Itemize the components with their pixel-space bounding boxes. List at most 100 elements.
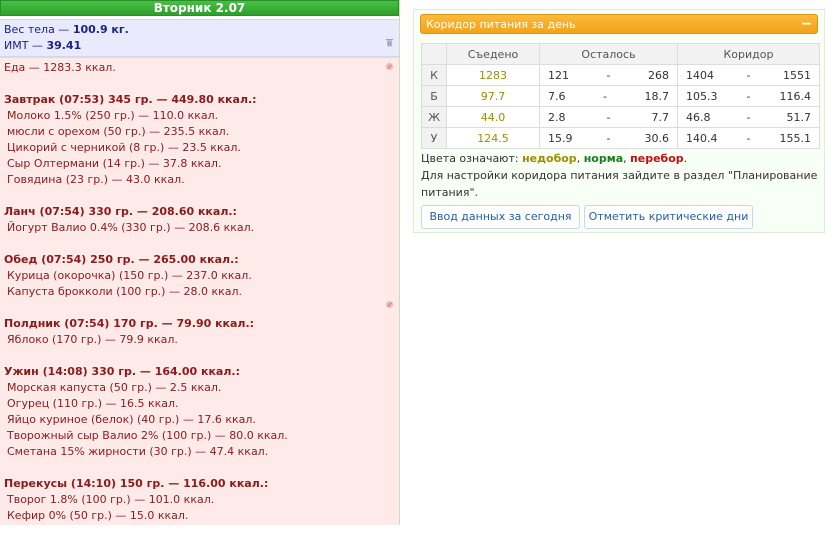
dash: - (746, 110, 751, 124)
meal-item: Цикорий с черникой (8 гр.) — 23.5 ккал. (7, 141, 241, 154)
meal-title[interactable]: Завтрак (07:53) 345 гр. — 449.80 ккал.: (4, 92, 395, 108)
meal-item: Йогурт Валио 0.4% (330 гр.) — 208.6 ккал… (7, 221, 255, 234)
bmi-value: 39.41 (46, 39, 82, 52)
left-range: 121 - 268 (539, 64, 678, 86)
eaten-value: 97.7 (446, 85, 540, 107)
legend-over: перебор (630, 152, 684, 165)
edit-icon[interactable] (385, 300, 394, 309)
left-max: 7.7 (651, 110, 669, 124)
meal-snacks: Перекусы (14:10) 150 гр. — 116.00 ккал.:… (4, 476, 395, 524)
left-range: 7.6 - 18.7 (539, 85, 678, 107)
enter-today-button[interactable]: Ввод данных за сегодня (421, 205, 580, 229)
meal-item: мюсли с орехом (50 гр.) — 235.5 ккал. (7, 125, 230, 138)
trash-icon[interactable] (385, 38, 394, 47)
settings-note: Для настройки коридора питания зайдите в… (421, 169, 818, 199)
left-max: 268 (647, 68, 669, 82)
dash: - (746, 68, 751, 82)
corridor-range: 46.8 - 51.7 (677, 106, 820, 128)
bmi-line: ИМТ — 39.41 (4, 38, 395, 54)
legend-under: недобор (522, 152, 577, 165)
corridor-max: 1551 (782, 68, 811, 82)
meal-item: Огурец (110 гр.) — 16.5 ккал. (7, 397, 179, 410)
meal-breakfast: Завтрак (07:53) 345 гр. — 449.80 ккал.: … (4, 92, 395, 188)
collapse-icon[interactable]: − (800, 17, 813, 31)
meal-item: Творожный сыр Валио 2% (100 гр.) — 80.0 … (7, 429, 288, 442)
meal-item: Творог 1.8% (100 гр.) — 101.0 ккал. (7, 493, 215, 506)
table-row: Б 97.7 7.6 - 18.7 105.3 - 116.4 (421, 85, 820, 107)
legend-prefix: Цвета означают: (421, 152, 523, 165)
corridor-widget: Коридор питания за день − Съедено Остало… (413, 9, 825, 233)
meal-title[interactable]: Ланч (07:54) 330 гр. — 208.60 ккал.: (4, 204, 395, 220)
left-min: 2.8 (548, 110, 566, 124)
legend-line: Цвета означают: недобор, норма, перебор. (421, 150, 821, 167)
dash: - (606, 131, 611, 145)
corridor-range: 140.4 - 155.1 (677, 127, 820, 149)
meal-item: Морская капуста (50 гр.) — 2.5 ккал. (7, 381, 222, 394)
meal-item: Яблоко (170 гр.) — 79.9 ккал. (7, 333, 178, 346)
eaten-value: 1283 (446, 64, 540, 86)
dash: - (603, 89, 607, 103)
corridor-max: 116.4 (779, 89, 811, 103)
meal-item: Молоко 1.5% (250 гр.) — 110.0 ккал. (7, 109, 219, 122)
corridor-min: 105.3 (686, 89, 718, 103)
meal-title[interactable]: Обед (07:54) 250 гр. — 265.00 ккал.: (4, 252, 395, 268)
dash: - (746, 89, 751, 103)
left-range: 2.8 - 7.7 (539, 106, 678, 128)
eaten-value: 44.0 (446, 106, 540, 128)
header-eaten: Съедено (446, 43, 540, 65)
header-left: Осталось (539, 43, 678, 65)
header-corridor: Коридор (677, 43, 820, 65)
corridor-range: 1404 - 1551 (677, 64, 820, 86)
edit-icon[interactable] (385, 62, 394, 71)
left-range: 15.9 - 30.6 (539, 127, 678, 149)
row-label: К (421, 64, 447, 86)
meal-item: Яйцо куриное (белок) (40 гр.) — 17.6 кка… (7, 413, 256, 426)
meal-afternoon-snack: Полдник (07:54) 170 гр. — 79.90 ккал.: Я… (4, 316, 395, 348)
corridor-min: 140.4 (686, 131, 718, 145)
weight-label: Вес тела — (4, 23, 73, 36)
corridor-header[interactable]: Коридор питания за день − (420, 14, 818, 34)
left-max: 18.7 (644, 89, 669, 103)
meal-title[interactable]: Перекусы (14:10) 150 гр. — 116.00 ккал.: (4, 476, 395, 492)
meal-item: Сметана 15% жирности (30 гр.) — 47.4 кка… (7, 445, 269, 458)
meal-supper: Ужин (14:08) 330 гр. — 164.00 ккал.: Мор… (4, 364, 395, 460)
weight-line: Вес тела — 100.9 кг. (4, 22, 395, 38)
meal-dinner: Обед (07:54) 250 гр. — 265.00 ккал.: Кур… (4, 252, 395, 300)
left-min: 7.6 (548, 89, 566, 103)
legend-sep: , (576, 152, 584, 165)
table-row: У 124.5 15.9 - 30.6 140.4 - 155.1 (421, 127, 820, 149)
weight-section: Вес тела — 100.9 кг. ИМТ — 39.41 (0, 19, 399, 57)
eaten-value: 124.5 (446, 127, 540, 149)
row-label: Б (421, 85, 447, 107)
critical-days-button[interactable]: Отметить критические дни (584, 205, 753, 229)
legend-end: . (683, 152, 688, 165)
corridor-max: 51.7 (786, 110, 811, 124)
row-label: У (421, 127, 447, 149)
food-section: Еда — 1283.3 ккал. Завтрак (07:53) 345 г… (0, 57, 399, 525)
day-title[interactable]: Вторник 2.07 (0, 0, 399, 16)
legend: Цвета означают: недобор, норма, перебор.… (421, 150, 821, 201)
left-max: 30.6 (644, 131, 669, 145)
corridor-min: 1404 (686, 68, 714, 82)
meal-item: Говядина (23 гр.) — 43.0 ккал. (7, 173, 185, 186)
meal-item: Курица (окорочка) (150 гр.) — 237.0 ккал… (7, 269, 252, 282)
meal-title[interactable]: Ужин (14:08) 330 гр. — 164.00 ккал.: (4, 364, 395, 380)
table-row: К 1283 121 - 268 1404 - 1551 (421, 64, 820, 86)
bmi-label: ИМТ — (4, 39, 47, 52)
meal-item: Сыр Олтермани (14 гр.) — 37.8 ккал. (7, 157, 222, 170)
food-total: Еда — 1283.3 ккал. (4, 61, 116, 74)
corridor-table: Съедено Осталось Коридор К 1283 121 - 268 … (421, 43, 820, 149)
corridor-max: 155.1 (779, 131, 811, 145)
table-row: Ж 44.0 2.8 - 7.7 46.8 - 51.7 (421, 106, 820, 128)
dash: - (746, 131, 751, 145)
dash: - (606, 110, 611, 124)
weight-value: 100.9 кг. (72, 23, 129, 36)
meal-title[interactable]: Полдник (07:54) 170 гр. — 79.90 ккал.: (4, 316, 395, 332)
legend-norm: норма (583, 152, 624, 165)
meal-item: Кефир 0% (50 гр.) — 15.0 ккал. (7, 509, 189, 522)
corridor-min: 46.8 (686, 110, 711, 124)
dash: - (606, 68, 611, 82)
left-min: 15.9 (548, 131, 573, 145)
table-header-row: Съедено Осталось Коридор (421, 43, 820, 65)
row-label: Ж (421, 106, 447, 128)
